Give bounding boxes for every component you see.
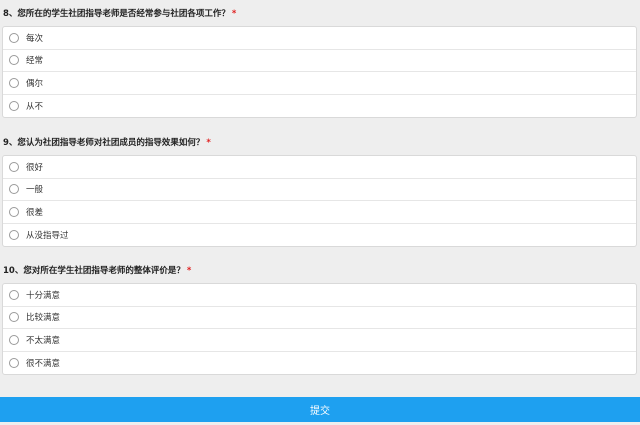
options-list: 很好 一般 很差 从没指导过 [2, 155, 637, 247]
radio-button-icon[interactable] [9, 55, 19, 66]
required-mark: * [186, 266, 192, 276]
radio-button-icon[interactable] [9, 32, 19, 43]
option-never-guided[interactable]: 从没指导过 [3, 224, 636, 247]
submit-button[interactable]: 提交 [0, 397, 640, 422]
option-label: 不太满意 [26, 335, 61, 346]
radio-button-icon[interactable] [9, 184, 19, 195]
option-label: 从不 [26, 101, 44, 112]
option-label: 很差 [26, 207, 44, 218]
radio-button-icon[interactable] [9, 100, 19, 111]
option-not-very-satisfied[interactable]: 不太满意 [3, 329, 636, 352]
option-label: 从没指导过 [26, 230, 69, 241]
options-list: 十分满意 比较满意 不太满意 很不满意 [2, 283, 637, 375]
option-very-poor[interactable]: 很差 [3, 201, 636, 224]
option-occasionally[interactable]: 偶尔 [3, 72, 636, 95]
option-label: 偶尔 [26, 78, 44, 89]
required-mark: * [206, 138, 211, 148]
question-8: 8、您所在的学生社团指导老师是否经常参与社团各项工作？ * 每次 经常 偶尔 从不 [0, 2, 640, 118]
option-fairly-satisfied[interactable]: 比较满意 [3, 307, 636, 329]
required-mark: * [231, 9, 237, 19]
option-very-satisfied[interactable]: 十分满意 [3, 284, 636, 307]
radio-button-icon[interactable] [9, 289, 19, 300]
option-label: 一般 [26, 185, 44, 196]
question-9: 9、您认为社团指导老师对社团成员的指导效果如何？ * 很好 一般 很差 从没指导过 [0, 131, 640, 247]
radio-button-icon[interactable] [9, 357, 19, 368]
question-text: 9、您认为社团指导老师对社团成员的指导效果如何？ [3, 138, 205, 148]
radio-button-icon[interactable] [9, 206, 19, 217]
option-label: 很不满意 [26, 358, 61, 369]
question-title: 9、您认为社团指导老师对社团成员的指导效果如何？ * [0, 131, 640, 155]
option-average[interactable]: 一般 [3, 179, 636, 201]
question-10: 10、您对所在学生社团指导老师的整体评价是？ * 十分满意 比较满意 不太满意 很… [0, 259, 640, 375]
option-label: 每次 [26, 33, 44, 44]
question-text: 10、您对所在学生社团指导老师的整体评价是？ [3, 266, 185, 276]
option-very-good[interactable]: 很好 [3, 156, 636, 179]
option-label: 十分满意 [26, 290, 61, 301]
survey-page: 8、您所在的学生社团指导老师是否经常参与社团各项工作？ * 每次 经常 偶尔 从不 [0, 0, 640, 425]
option-very-dissatisfied[interactable]: 很不满意 [3, 352, 636, 375]
radio-button-icon[interactable] [9, 229, 19, 240]
question-text: 8、您所在的学生社团指导老师是否经常参与社团各项工作？ [3, 9, 230, 19]
radio-button-icon[interactable] [9, 334, 19, 345]
question-title: 10、您对所在学生社团指导老师的整体评价是？ * [0, 259, 640, 283]
option-never[interactable]: 从不 [3, 95, 636, 118]
options-list: 每次 经常 偶尔 从不 [2, 26, 637, 118]
question-title: 8、您所在的学生社团指导老师是否经常参与社团各项工作？ * [0, 2, 640, 26]
option-label: 经常 [26, 56, 44, 67]
option-often[interactable]: 经常 [3, 50, 636, 72]
radio-button-icon[interactable] [9, 161, 19, 172]
option-label: 很好 [26, 162, 44, 173]
radio-button-icon[interactable] [9, 312, 19, 323]
option-every-time[interactable]: 每次 [3, 27, 636, 50]
option-label: 比较满意 [26, 313, 61, 324]
radio-button-icon[interactable] [9, 77, 19, 88]
